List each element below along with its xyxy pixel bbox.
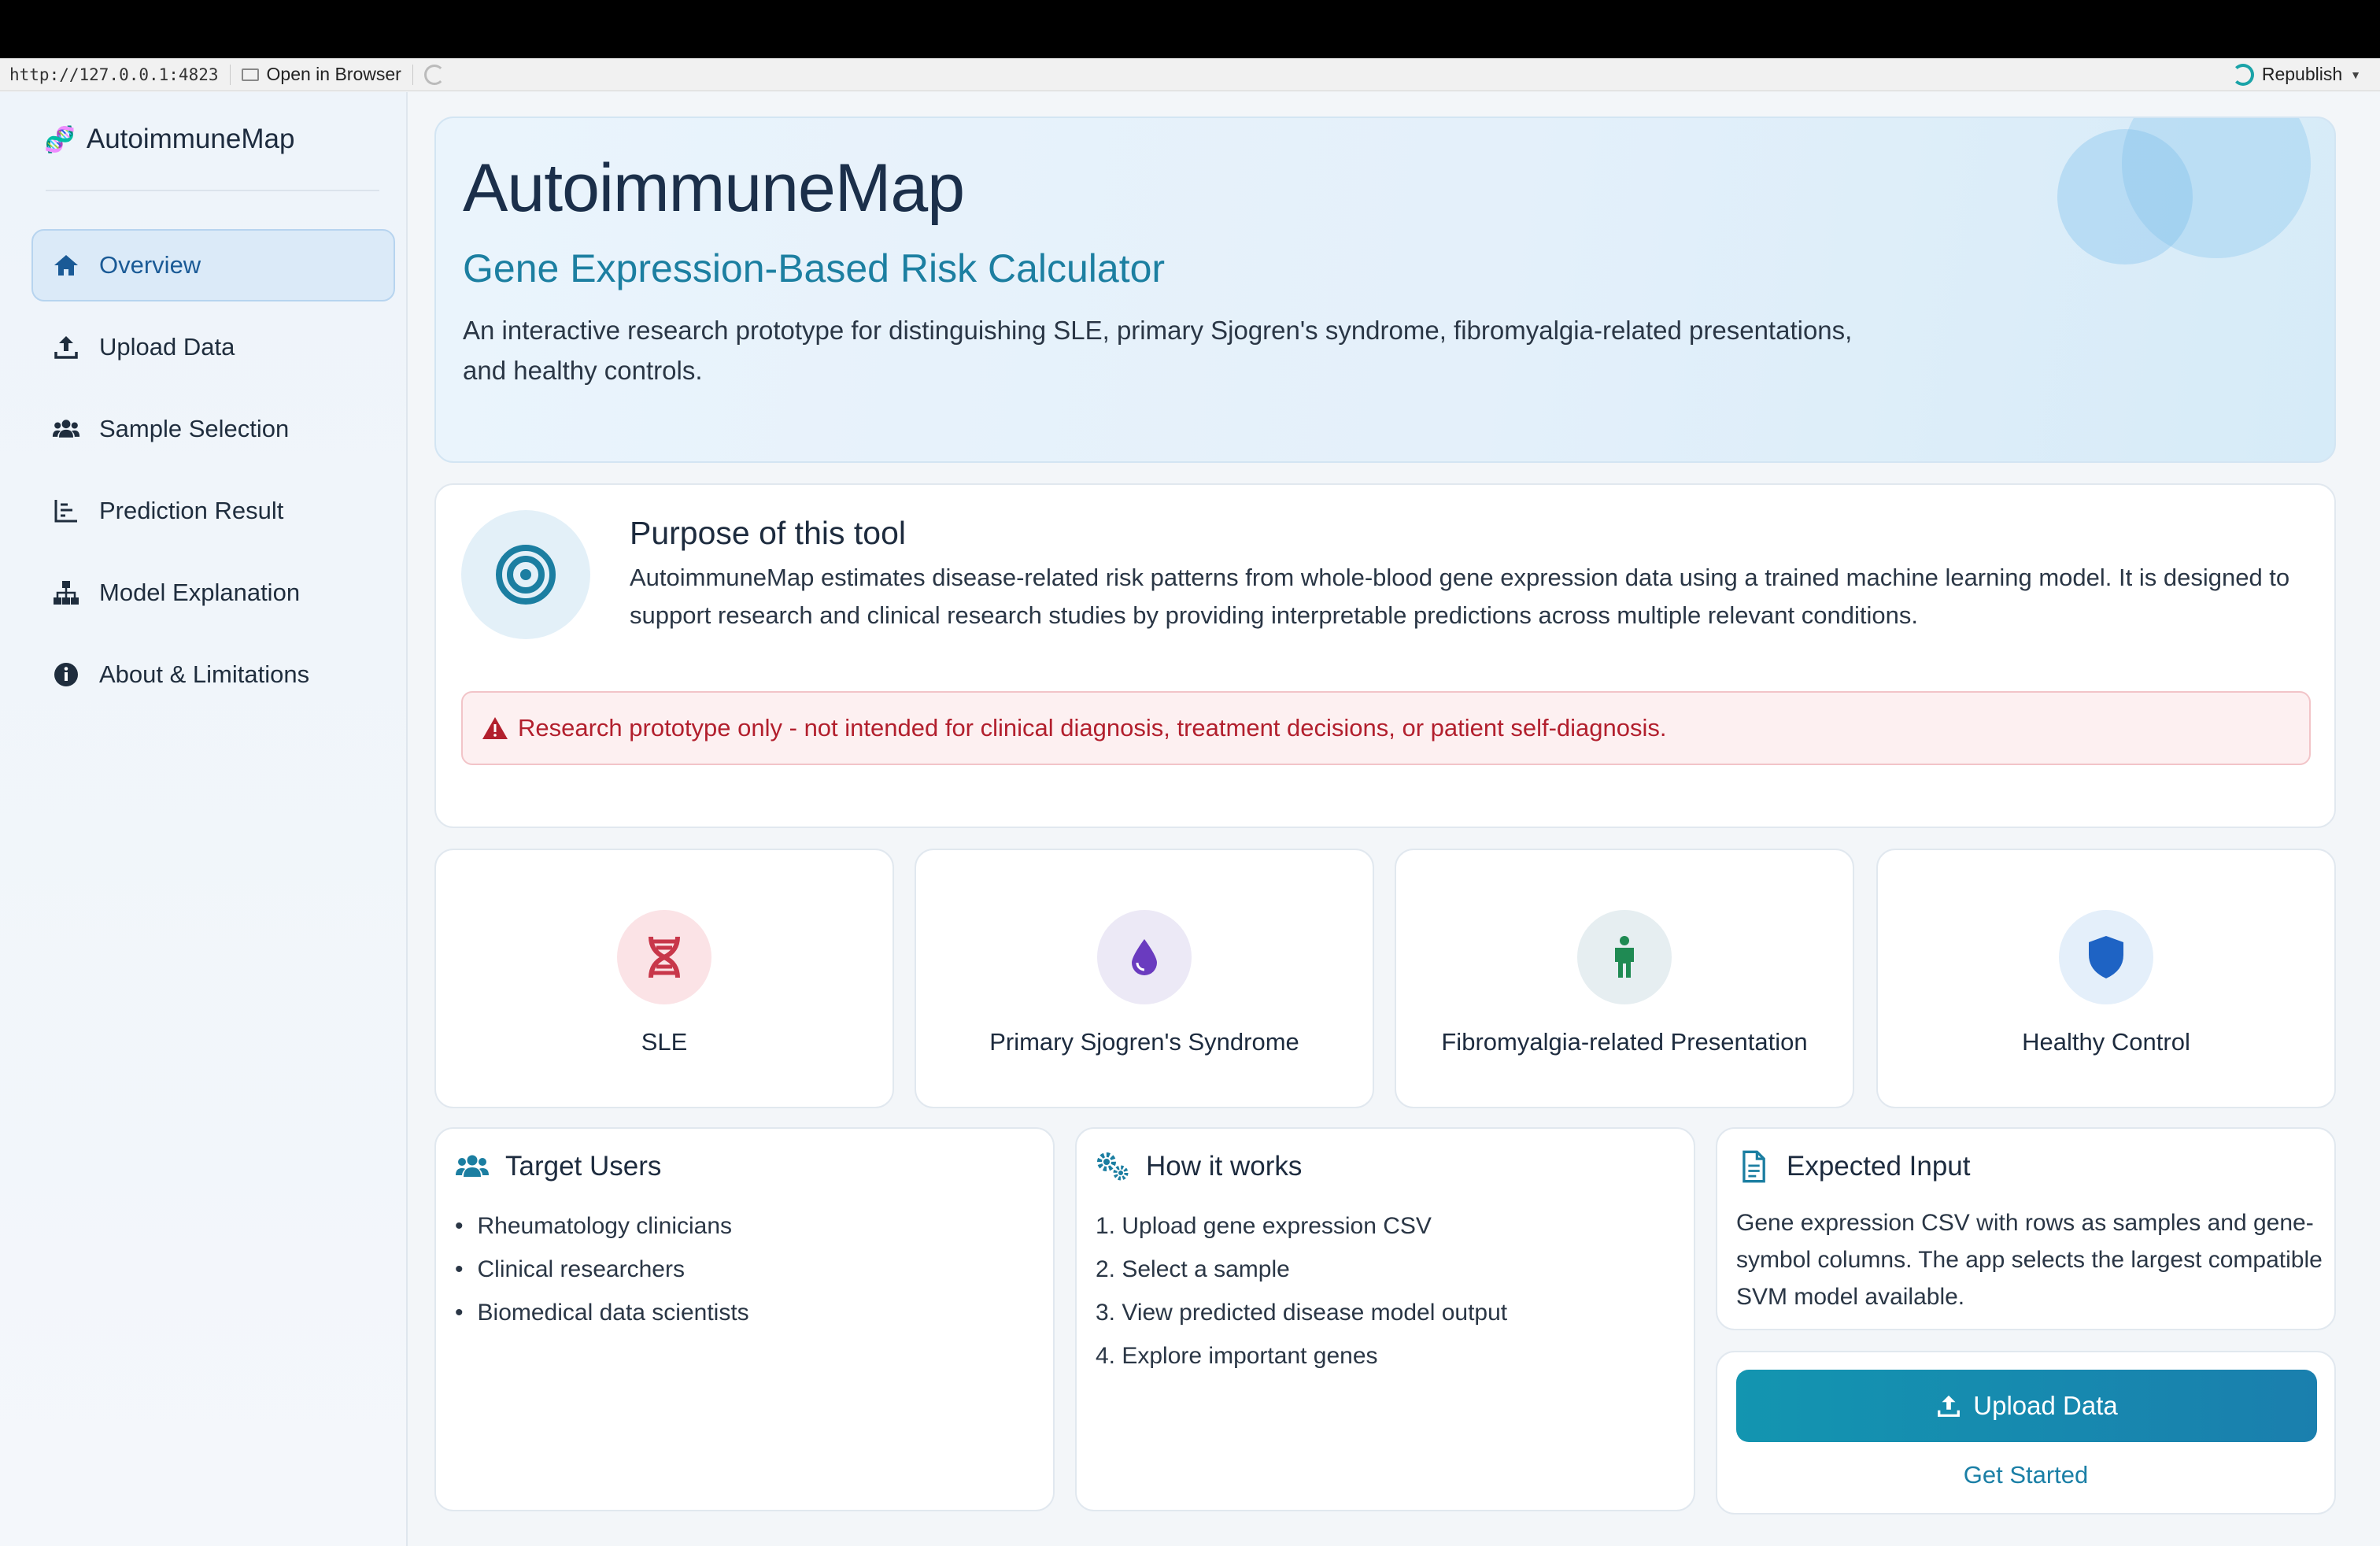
- brand-name: AutoimmuneMap: [86, 124, 295, 154]
- upload-icon: [1938, 1395, 1961, 1417]
- sidebar-item-label: Prediction Result: [99, 497, 284, 524]
- gears-icon: [1097, 1152, 1129, 1181]
- condition-card-sle: SLE: [434, 849, 894, 1108]
- target-users-title: Target Users: [455, 1149, 661, 1184]
- target-icon: [461, 510, 590, 639]
- expected-input-card: Expected Input Gene expression CSV with …: [1716, 1127, 2336, 1330]
- open-in-browser-button[interactable]: Open in Browser: [241, 64, 401, 85]
- users-icon: [52, 420, 80, 438]
- republish-label: Republish: [2261, 64, 2343, 84]
- open-in-browser-label: Open in Browser: [266, 64, 401, 84]
- list-item: Clinical researchers: [455, 1248, 749, 1291]
- info-icon: [54, 663, 78, 686]
- list-item: 4. Explore important genes: [1096, 1343, 1378, 1369]
- shield-icon: [2059, 910, 2153, 1004]
- sidebar-item-about-limitations[interactable]: About & Limitations: [31, 638, 395, 711]
- expected-input-text: Gene expression CSV with rows as samples…: [1736, 1210, 2323, 1310]
- get-started-card: Upload Data Get Started: [1716, 1351, 2336, 1515]
- list-item: 3. View predicted disease model output: [1096, 1300, 1508, 1326]
- list-item: 2. Select a sample: [1096, 1256, 1290, 1282]
- person-icon: [1577, 910, 1672, 1004]
- dna-icon: 🧬: [44, 125, 76, 153]
- target-users-list: Rheumatology clinicians Clinical researc…: [455, 1204, 749, 1334]
- expected-input-title: Expected Input: [1736, 1149, 1971, 1184]
- condition-label: Primary Sjogren's Syndrome: [989, 1028, 1299, 1056]
- how-it-works-title: How it works: [1096, 1149, 1302, 1184]
- republish-button[interactable]: Republish ▼: [2231, 63, 2361, 86]
- purpose-card: Purpose of this tool AutoimmuneMap estim…: [434, 483, 2336, 828]
- droplet-icon: [1097, 910, 1192, 1004]
- condition-card-fibromyalgia: Fibromyalgia-related Presentation: [1395, 849, 1854, 1108]
- upload-icon: [54, 336, 78, 359]
- hero-banner: AutoimmuneMap Gene Expression-Based Risk…: [434, 117, 2336, 463]
- page-subtitle: Gene Expression-Based Risk Calculator: [463, 246, 1166, 290]
- sidebar-item-label: Overview: [99, 251, 201, 279]
- condition-label: Fibromyalgia-related Presentation: [1441, 1028, 1808, 1056]
- sidebar-item-model-explanation[interactable]: Model Explanation: [31, 557, 395, 629]
- sidebar-item-upload-data[interactable]: Upload Data: [31, 311, 395, 383]
- brand[interactable]: 🧬 AutoimmuneMap: [44, 124, 294, 155]
- get-started-link[interactable]: Get Started: [1717, 1461, 2334, 1489]
- page-title: AutoimmuneMap: [463, 150, 965, 226]
- sidebar-item-sample-selection[interactable]: Sample Selection: [31, 393, 395, 465]
- purpose-text: AutoimmuneMap estimates disease-related …: [630, 564, 2290, 629]
- condition-card-healthy-control: Healthy Control: [1876, 849, 2336, 1108]
- sidebar-item-label: Upload Data: [99, 333, 235, 361]
- condition-cards: SLE Primary Sjogren's Syndrome Fibromyal…: [434, 849, 2336, 1108]
- how-it-works-card: How it works 1. Upload gene expression C…: [1075, 1127, 1695, 1511]
- window-titlebar: [0, 0, 2380, 58]
- list-item: Rheumatology clinicians: [455, 1204, 749, 1248]
- target-users-card: Target Users Rheumatology clinicians Cli…: [434, 1127, 1055, 1511]
- condition-label: Healthy Control: [2022, 1028, 2190, 1056]
- home-icon: [54, 255, 78, 276]
- how-it-works-steps: 1. Upload gene expression CSV 2. Select …: [1096, 1204, 1507, 1378]
- sidebar: 🧬 AutoimmuneMap Overview Upload Data Sam…: [0, 92, 408, 1546]
- warning-text: Research prototype only - not intended f…: [518, 714, 1667, 742]
- sidebar-item-label: About & Limitations: [99, 660, 310, 688]
- sidebar-item-overview[interactable]: Overview: [31, 229, 395, 301]
- republish-icon: [2231, 63, 2254, 86]
- divider: [412, 64, 413, 85]
- users-icon: [456, 1155, 489, 1177]
- warning-icon: [482, 717, 508, 739]
- sidebar-item-label: Sample Selection: [99, 415, 290, 442]
- sidebar-item-prediction-result[interactable]: Prediction Result: [31, 475, 395, 547]
- sidebar-item-label: Model Explanation: [99, 579, 301, 606]
- purpose-title: Purpose of this tool: [630, 515, 906, 551]
- list-item: 1. Upload gene expression CSV: [1096, 1213, 1432, 1239]
- sidebar-nav: Overview Upload Data Sample Selection Pr…: [31, 229, 395, 720]
- sitemap-icon: [54, 581, 79, 605]
- page-description: An interactive research prototype for di…: [463, 316, 1853, 385]
- url-text: http://127.0.0.1:4823: [9, 65, 219, 84]
- upload-data-button[interactable]: Upload Data: [1736, 1370, 2317, 1442]
- list-item: Biomedical data scientists: [455, 1291, 749, 1334]
- window-icon: [241, 68, 259, 81]
- refresh-icon[interactable]: [423, 64, 445, 85]
- divider: [46, 190, 379, 191]
- divider: [229, 64, 231, 85]
- file-icon: [1743, 1150, 1765, 1183]
- chevron-down-icon[interactable]: ▼: [2350, 68, 2361, 81]
- condition-label: SLE: [641, 1028, 688, 1056]
- warning-alert: Research prototype only - not intended f…: [461, 691, 2311, 765]
- browser-toolbar: http://127.0.0.1:4823 Open in Browser Re…: [0, 58, 2380, 91]
- condition-card-sjogren: Primary Sjogren's Syndrome: [915, 849, 1374, 1108]
- upload-data-label: Upload Data: [1973, 1391, 2118, 1420]
- dna-icon: [617, 910, 711, 1004]
- chart-icon: [54, 500, 77, 523]
